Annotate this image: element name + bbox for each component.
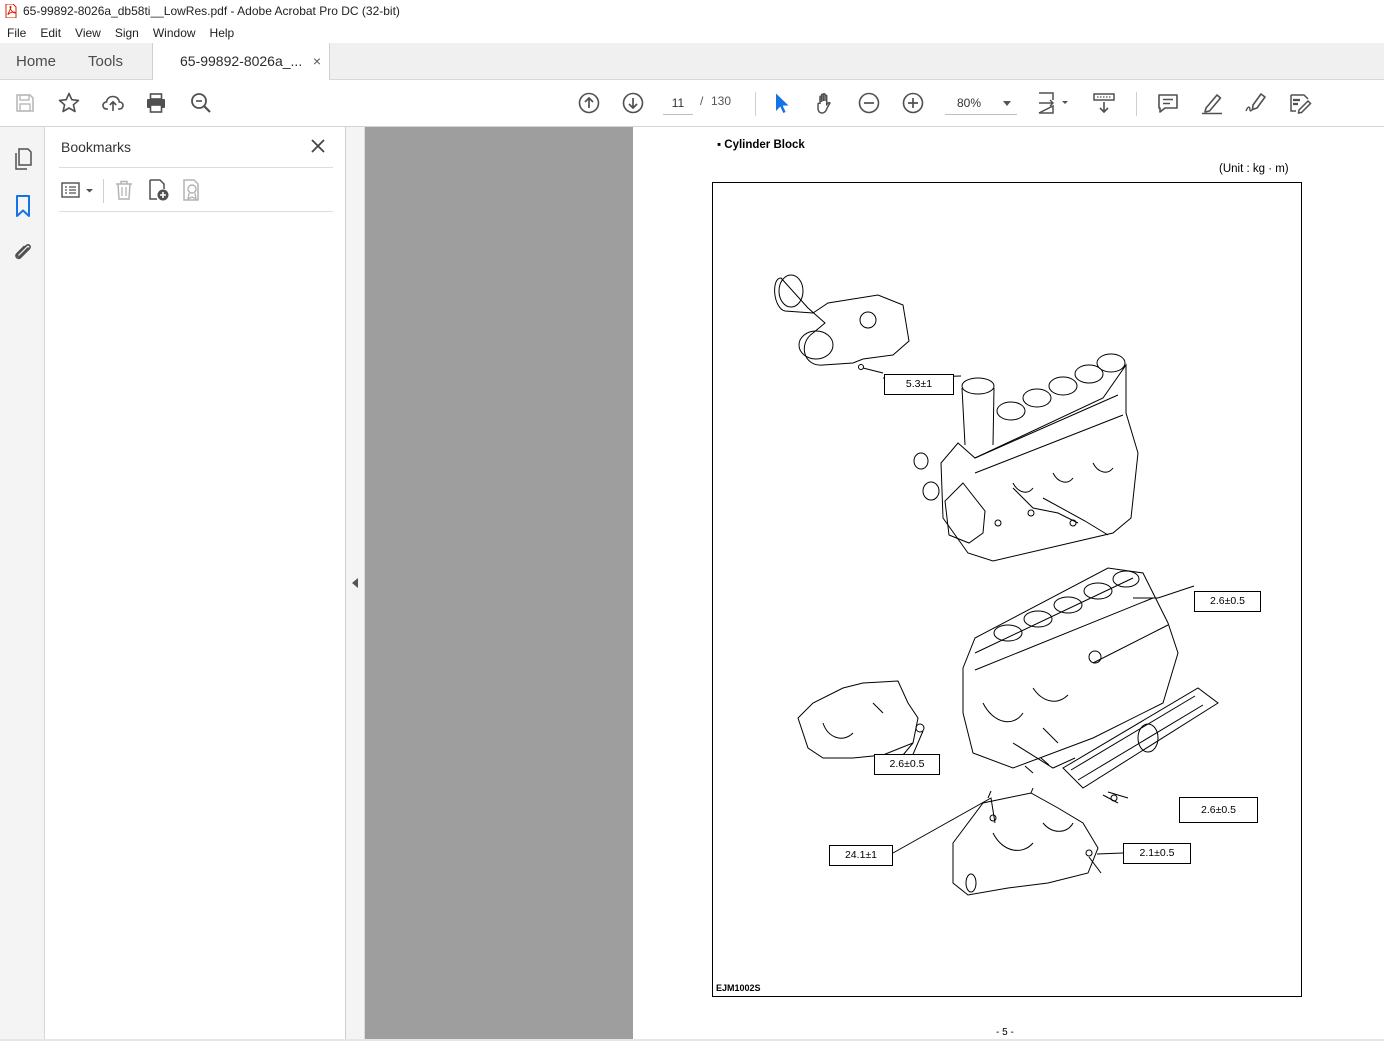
toolbar-divider <box>755 92 756 116</box>
bookmarks-panel: Bookmarks <box>45 127 346 1041</box>
zoom-search-icon[interactable] <box>189 91 213 115</box>
torque-label: 2.6±0.5 <box>1194 591 1261 612</box>
unit-note: (Unit : kg · m) <box>1219 163 1289 175</box>
page-thumbnails-icon[interactable] <box>11 147 35 171</box>
page-separator: / <box>700 94 704 108</box>
menu-window[interactable]: Window <box>146 26 203 40</box>
attachment-paperclip-icon[interactable] <box>11 240 35 264</box>
page-number-input[interactable]: 11 <box>663 92 693 115</box>
zoom-out-icon[interactable] <box>857 91 881 115</box>
tab-document-label: 65-99892-8026a_... <box>180 53 303 69</box>
zoom-in-icon[interactable] <box>901 91 925 115</box>
star-icon[interactable] <box>57 91 81 115</box>
page-fit-icon[interactable] <box>1036 91 1072 115</box>
total-pages: 130 <box>711 94 732 108</box>
zoom-level-select[interactable]: 80% <box>945 92 1017 115</box>
bookmark-options-icon[interactable] <box>61 178 95 202</box>
select-cursor-icon[interactable] <box>769 91 793 115</box>
window-title: 65-99892-8026a_db58ti__LowRes.pdf - Adob… <box>23 4 400 18</box>
close-panel-icon[interactable] <box>309 137 327 155</box>
bookmark-icon[interactable] <box>11 194 35 218</box>
menu-help[interactable]: Help <box>203 26 242 40</box>
upload-cloud-icon[interactable] <box>101 91 125 115</box>
torque-label: 2.1±0.5 <box>1123 843 1191 864</box>
menu-sign[interactable]: Sign <box>108 26 146 40</box>
figure-frame: 5.3±1 2.6±0.5 2.6±0.5 2.6±0.5 24.1±1 2.1… <box>712 182 1302 997</box>
document-page[interactable]: ▪ Cylinder Block (Unit : kg · m) 5.3±1 2… <box>633 127 1384 1041</box>
tab-tools[interactable]: Tools <box>88 43 123 80</box>
menu-bar: File Edit View Sign Window Help <box>0 22 1384 43</box>
pdf-file-icon <box>5 4 17 18</box>
hand-tool-icon[interactable] <box>813 91 837 115</box>
next-page-icon[interactable] <box>621 91 645 115</box>
title-bar: 65-99892-8026a_db58ti__LowRes.pdf - Adob… <box>0 0 1384 22</box>
zoom-level-value: 80% <box>957 96 982 110</box>
new-bookmark-icon[interactable] <box>146 178 170 202</box>
menu-view[interactable]: View <box>68 26 108 40</box>
redact-tool-icon[interactable] <box>1288 91 1312 115</box>
panel-divider <box>59 167 333 168</box>
chevron-down-icon <box>1003 101 1011 106</box>
document-canvas-background <box>365 127 633 1041</box>
bookmarks-panel-title: Bookmarks <box>61 139 132 155</box>
tab-home[interactable]: Home <box>16 43 56 80</box>
highlight-pen-icon[interactable] <box>1200 91 1224 115</box>
toolbar-divider <box>1136 92 1137 116</box>
torque-label: 24.1±1 <box>829 845 893 866</box>
previous-page-icon[interactable] <box>577 91 601 115</box>
tab-bar: Home Tools 65-99892-8026a_... × <box>0 43 1384 81</box>
sign-pen-icon[interactable] <box>1244 91 1268 115</box>
tab-document[interactable]: 65-99892-8026a_... × <box>152 43 330 81</box>
scroll-mode-icon[interactable] <box>1092 91 1116 115</box>
close-tab-icon[interactable]: × <box>313 43 321 80</box>
bookmark-properties-icon[interactable] <box>180 178 204 202</box>
section-heading: ▪ Cylinder Block <box>717 139 805 151</box>
menu-file[interactable]: File <box>0 26 33 40</box>
main-toolbar: 11 / 130 80% <box>0 80 1384 127</box>
collapse-arrow-icon[interactable] <box>352 578 358 588</box>
left-navigation-rail <box>0 127 45 1041</box>
delete-bookmark-icon[interactable] <box>112 178 136 202</box>
page-footer-number: - 5 - <box>996 1027 1014 1038</box>
torque-label: 2.6±0.5 <box>874 754 940 775</box>
panel-collapse-strip[interactable] <box>346 127 365 1041</box>
toolbar-divider <box>103 179 104 203</box>
print-icon[interactable] <box>144 91 168 115</box>
torque-label: 5.3±1 <box>884 374 954 395</box>
panel-divider <box>59 211 333 212</box>
torque-label: 2.6±0.5 <box>1179 797 1258 823</box>
save-icon[interactable] <box>13 91 37 115</box>
figure-code: EJM1002S <box>716 983 761 993</box>
comment-icon[interactable] <box>1156 91 1180 115</box>
menu-edit[interactable]: Edit <box>33 26 68 40</box>
